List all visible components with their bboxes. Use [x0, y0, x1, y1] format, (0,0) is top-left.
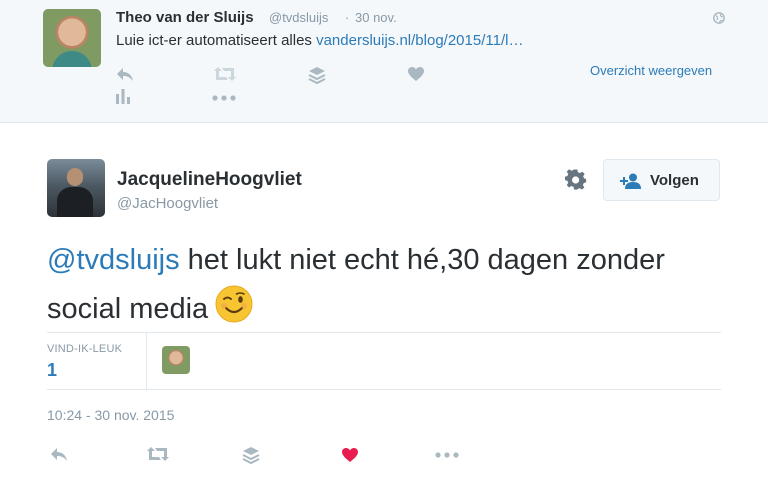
- parent-separator: ·: [345, 10, 350, 25]
- main-tweet-text: @tvdsluijs het lukt niet echt hé,30 dage…: [47, 236, 737, 333]
- gear-icon[interactable]: [565, 169, 587, 196]
- stack-icon[interactable]: [308, 66, 326, 84]
- parent-tweet-link[interactable]: vandersluijs.nl/blog/2015/11/l…: [316, 32, 523, 49]
- stats-divider-top: [47, 332, 721, 333]
- parent-tweet-text-body: Luie ict-er automatiseert alles: [116, 32, 317, 49]
- tweet-timestamp: 10:24 - 30 nov. 2015: [47, 407, 175, 423]
- parent-tweet[interactable]: Theo van der Sluijs @tvdsluijs · 30 nov.…: [0, 0, 768, 123]
- heart-icon[interactable]: [341, 447, 359, 463]
- reply-icon[interactable]: [49, 446, 69, 462]
- follow-button[interactable]: Volgen: [603, 159, 720, 201]
- main-author-handle[interactable]: @JacHoogvliet: [117, 195, 218, 212]
- globe-icon: [713, 11, 725, 24]
- parent-tweet-text: Luie ict-er automatiseert alles vandersl…: [116, 32, 523, 49]
- retweet-icon[interactable]: [213, 66, 237, 82]
- add-user-icon: [620, 173, 642, 194]
- heart-icon[interactable]: [407, 66, 425, 82]
- main-author-avatar[interactable]: [47, 159, 105, 217]
- liker-avatar[interactable]: [162, 346, 190, 374]
- follow-button-label: Volgen: [650, 172, 699, 189]
- likes-count[interactable]: 1: [47, 360, 57, 381]
- parent-author-avatar[interactable]: [43, 9, 101, 67]
- main-author-name[interactable]: JacquelineHoogvliet: [117, 169, 302, 191]
- stats-divider-bottom: [47, 389, 721, 390]
- analytics-icon[interactable]: [115, 88, 131, 104]
- tweet-mention-link[interactable]: @tvdsluijs: [47, 244, 180, 276]
- stats-divider-vertical: [146, 333, 147, 389]
- stack-icon[interactable]: [242, 446, 260, 464]
- parent-date[interactable]: 30 nov.: [355, 10, 397, 25]
- parent-author-name[interactable]: Theo van der Sluijs: [116, 9, 254, 26]
- more-icon[interactable]: [435, 452, 459, 458]
- more-icon[interactable]: [212, 95, 236, 101]
- retweet-icon[interactable]: [146, 446, 170, 462]
- winking-face-emoji-icon: [214, 284, 254, 324]
- likes-label: VIND-IK-LEUK: [47, 343, 123, 355]
- reply-icon[interactable]: [115, 66, 135, 82]
- parent-author-handle[interactable]: @tvdsluijs: [269, 10, 328, 25]
- view-summary-link[interactable]: Overzicht weergeven: [590, 63, 712, 78]
